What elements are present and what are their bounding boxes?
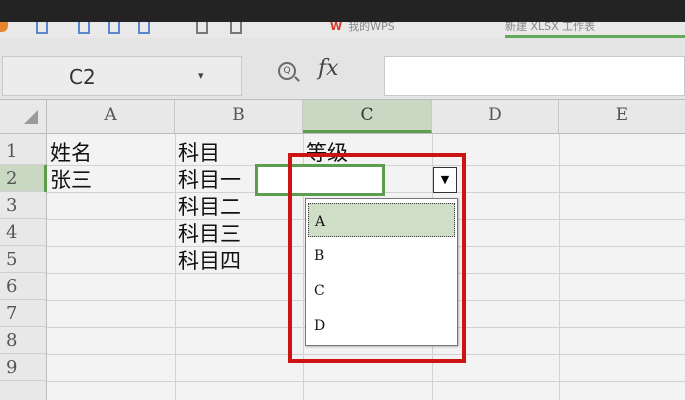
row-header-8[interactable]: 8 bbox=[0, 327, 46, 354]
fx-icon[interactable]: fx bbox=[318, 56, 339, 81]
row-header-4[interactable]: 4 bbox=[0, 219, 46, 246]
column-header-c[interactable]: C bbox=[303, 100, 432, 133]
column-header-row: A B C D E bbox=[0, 100, 685, 134]
cell-a2[interactable]: 张三 bbox=[47, 165, 175, 192]
cell-b4[interactable]: 科目三 bbox=[175, 219, 303, 246]
name-box[interactable]: C2 ▾ bbox=[2, 56, 242, 96]
print-icon[interactable] bbox=[78, 22, 90, 34]
tab-workbook-label: 新建 XLSX 工作表 bbox=[505, 22, 596, 33]
print-preview-icon[interactable] bbox=[108, 22, 120, 34]
corner-select-icon bbox=[24, 110, 38, 124]
grid-line bbox=[559, 134, 560, 400]
zoom-icon[interactable]: Q bbox=[278, 62, 296, 80]
grid-line bbox=[47, 381, 685, 382]
row-header-1[interactable]: 1 bbox=[0, 138, 46, 165]
export-icon[interactable] bbox=[138, 22, 150, 34]
formula-bar: C2 ▾ Q fx bbox=[0, 38, 685, 100]
cell-b1[interactable]: 科目 bbox=[175, 138, 303, 165]
quick-toolbar: W 我的WPS 新建 XLSX 工作表 bbox=[0, 22, 685, 38]
undo-icon[interactable] bbox=[196, 22, 208, 34]
row-header-7[interactable]: 7 bbox=[0, 300, 46, 327]
tab-my-wps-label: 我的WPS bbox=[348, 22, 395, 33]
cell-b3[interactable]: 科目二 bbox=[175, 192, 303, 219]
row-header-5[interactable]: 5 bbox=[0, 246, 46, 273]
tab-workbook[interactable]: 新建 XLSX 工作表 bbox=[505, 22, 685, 38]
name-box-value: C2 bbox=[69, 65, 96, 89]
column-header-e[interactable]: E bbox=[559, 100, 685, 133]
column-header-d[interactable]: D bbox=[432, 100, 559, 133]
cell-b5[interactable]: 科目四 bbox=[175, 246, 303, 273]
select-all-corner[interactable] bbox=[0, 100, 47, 133]
row-header-9[interactable]: 9 bbox=[0, 354, 46, 381]
annotation-highlight-box bbox=[288, 153, 466, 363]
chevron-down-icon[interactable]: ▾ bbox=[198, 69, 204, 82]
app-logo-icon bbox=[0, 22, 8, 32]
row-header-6[interactable]: 6 bbox=[0, 273, 46, 300]
tab-my-wps-mark: W bbox=[330, 22, 343, 33]
cell-a1[interactable]: 姓名 bbox=[47, 138, 175, 165]
row-header-column: 1 2 3 4 5 6 7 8 9 bbox=[0, 134, 47, 400]
save-icon[interactable] bbox=[36, 22, 48, 34]
row-header-3[interactable]: 3 bbox=[0, 192, 46, 219]
redo-icon[interactable] bbox=[230, 22, 242, 34]
row-header-2[interactable]: 2 bbox=[0, 165, 47, 192]
column-header-b[interactable]: B bbox=[175, 100, 303, 133]
column-header-a[interactable]: A bbox=[47, 100, 175, 133]
formula-input[interactable] bbox=[384, 56, 685, 96]
tab-my-wps[interactable]: W 我的WPS bbox=[330, 22, 480, 38]
